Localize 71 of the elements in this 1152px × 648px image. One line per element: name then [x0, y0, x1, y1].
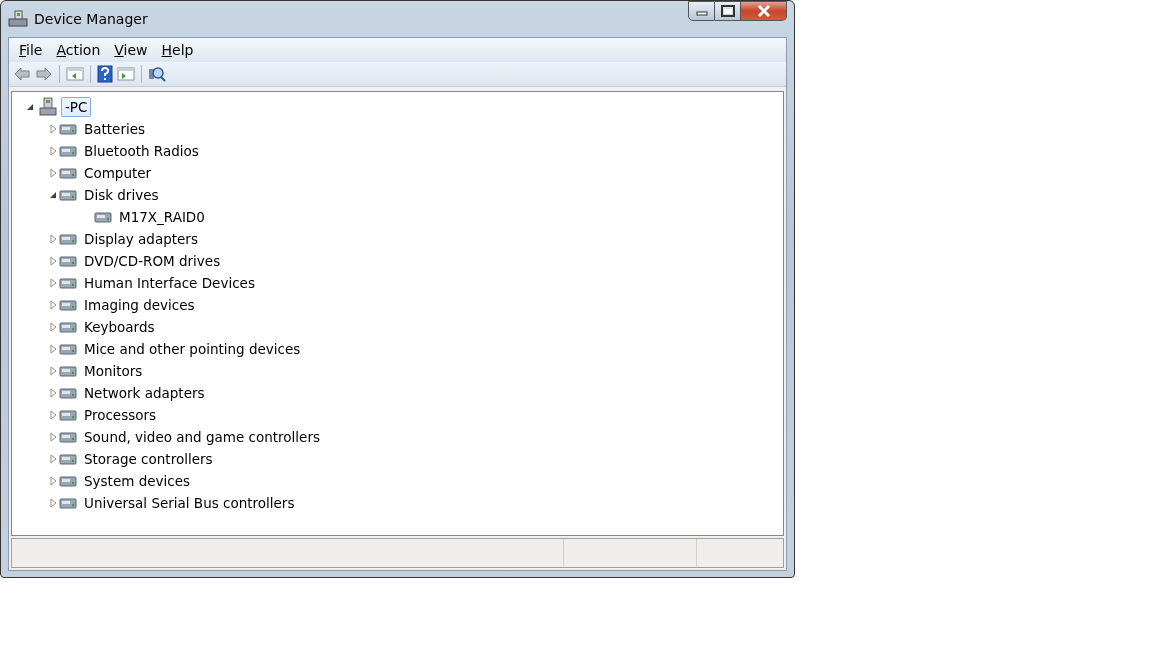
device-icon — [59, 451, 77, 467]
collapsed-arrow-icon[interactable] — [47, 167, 59, 179]
forward-icon[interactable] — [35, 66, 53, 82]
tree-item[interactable]: Network adapters — [80, 383, 209, 403]
menu-item[interactable]: Help — [155, 40, 200, 60]
device-icon — [59, 407, 77, 423]
device-icon — [59, 297, 77, 313]
tree-item[interactable]: Display adapters — [80, 229, 202, 249]
device-icon — [59, 473, 77, 489]
collapsed-arrow-icon[interactable] — [47, 497, 59, 509]
tree-item[interactable]: Human Interface Devices — [80, 273, 259, 293]
menu-item[interactable]: Action — [50, 40, 107, 60]
maximize-button[interactable] — [715, 1, 741, 21]
device-icon — [59, 121, 77, 137]
collapsed-arrow-icon[interactable] — [47, 409, 59, 421]
collapsed-arrow-icon[interactable] — [47, 277, 59, 289]
device-icon — [59, 231, 77, 247]
close-icon — [755, 4, 772, 18]
device-icon — [59, 319, 77, 335]
window-title: Device Manager — [34, 11, 148, 27]
tree-item[interactable]: Storage controllers — [80, 449, 217, 469]
back-icon[interactable] — [13, 66, 31, 82]
close-button[interactable] — [741, 1, 787, 21]
device-icon — [94, 209, 112, 225]
tree-item[interactable]: Sound, video and game controllers — [80, 427, 324, 447]
app-icon — [8, 10, 28, 28]
tree-item[interactable]: DVD/CD-ROM drives — [80, 251, 225, 271]
tree-item[interactable]: Monitors — [80, 361, 147, 381]
collapsed-arrow-icon[interactable] — [47, 321, 59, 333]
tree-item[interactable]: Imaging devices — [80, 295, 199, 315]
tree-item[interactable]: Batteries — [80, 119, 150, 139]
tree-item[interactable]: -PC — [61, 97, 92, 117]
device-icon — [59, 165, 77, 181]
collapsed-arrow-icon[interactable] — [47, 299, 59, 311]
tree-item[interactable]: Computer — [80, 163, 156, 183]
computer-icon — [38, 97, 58, 117]
tree-item[interactable]: M17X_RAID0 — [115, 207, 209, 227]
device-icon — [59, 143, 77, 159]
device-icon — [59, 385, 77, 401]
action-pane-icon[interactable] — [117, 66, 135, 82]
device-icon — [59, 363, 77, 379]
collapsed-arrow-icon[interactable] — [47, 431, 59, 443]
device-icon — [59, 429, 77, 445]
tree-item[interactable]: Disk drives — [80, 185, 163, 205]
collapsed-arrow-icon[interactable] — [47, 387, 59, 399]
maximize-icon — [720, 5, 735, 17]
device-icon — [59, 253, 77, 269]
menu-item[interactable]: File — [13, 40, 49, 60]
device-icon — [59, 275, 77, 291]
tree-item[interactable]: Mice and other pointing devices — [80, 339, 305, 359]
tree-item[interactable]: System devices — [80, 471, 194, 491]
collapsed-arrow-icon[interactable] — [47, 453, 59, 465]
collapsed-arrow-icon[interactable] — [47, 343, 59, 355]
tree-item[interactable]: Bluetooth Radios — [80, 141, 203, 161]
console-tree-icon[interactable] — [66, 66, 84, 82]
tree-item[interactable]: Keyboards — [80, 317, 159, 337]
collapsed-arrow-icon[interactable] — [47, 475, 59, 487]
collapsed-arrow-icon[interactable] — [47, 123, 59, 135]
collapsed-arrow-icon[interactable] — [47, 365, 59, 377]
help-icon[interactable] — [97, 65, 113, 83]
collapsed-arrow-icon[interactable] — [47, 145, 59, 157]
device-icon — [59, 495, 77, 511]
collapsed-arrow-icon[interactable] — [47, 233, 59, 245]
tree-item[interactable]: Universal Serial Bus controllers — [80, 493, 299, 513]
device-icon — [59, 187, 77, 203]
minimize-button[interactable] — [688, 1, 715, 21]
menu-item[interactable]: View — [108, 40, 154, 60]
tree-item[interactable]: Processors — [80, 405, 161, 425]
collapsed-arrow-icon[interactable] — [47, 255, 59, 267]
scan-hardware-icon[interactable] — [148, 65, 166, 83]
device-icon — [59, 341, 77, 357]
